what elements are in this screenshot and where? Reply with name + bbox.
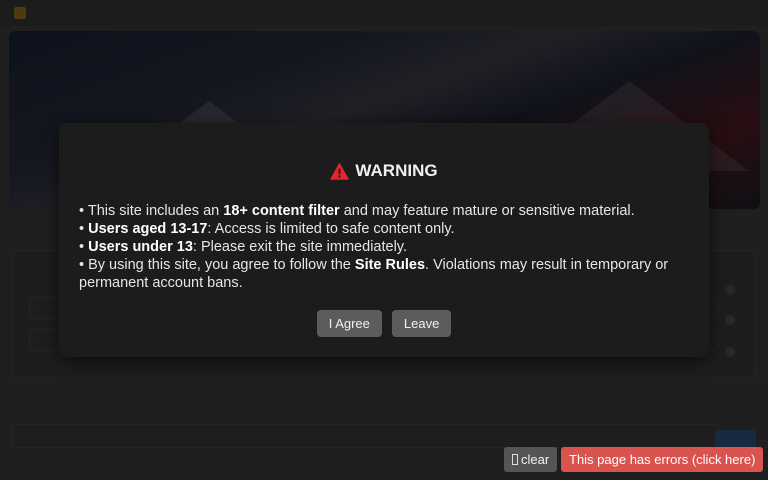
line-bold: Users aged 13-17	[88, 221, 208, 237]
line-text: : Please exit the site immediately.	[192, 239, 407, 255]
bullet: •	[79, 257, 89, 273]
warning-line-under-13: • Users under 13: Please exit the site i…	[79, 238, 689, 256]
clear-errors-button[interactable]: clear	[504, 447, 558, 472]
line-text: and may feature mature or sensitive mate…	[339, 203, 635, 219]
line-text: This site includes an	[87, 203, 224, 219]
bullet: •	[79, 221, 89, 237]
line-text: By using this site, you agree to follow …	[88, 257, 355, 273]
modal-title: WARNING	[59, 161, 709, 181]
clear-icon	[512, 454, 518, 465]
line-bold: Users under 13	[88, 239, 193, 255]
warning-line-content-filter: • This site includes an 18+ content filt…	[79, 202, 689, 220]
warning-line-site-rules: • By using this site, you agree to follo…	[79, 256, 689, 292]
line-text: : Access is limited to safe content only…	[207, 221, 455, 237]
bullet: •	[79, 239, 89, 255]
clear-errors-label: clear	[521, 452, 550, 467]
site-rules-label: Site Rules	[354, 257, 426, 273]
modal-actions: I Agree Leave	[59, 310, 709, 337]
age-warning-modal: WARNING • This site includes an 18+ cont…	[59, 123, 709, 357]
bullet: •	[79, 203, 88, 219]
line-bold: 18+ content filter	[223, 203, 340, 219]
modal-body: • This site includes an 18+ content filt…	[79, 202, 689, 292]
leave-button[interactable]: Leave	[391, 310, 452, 337]
page-errors-button[interactable]: This page has errors (click here)	[561, 447, 764, 472]
warning-triangle-icon	[330, 162, 350, 180]
warning-line-teen-users: • Users aged 13-17: Access is limited to…	[79, 220, 689, 238]
agree-button[interactable]: I Agree	[316, 310, 382, 337]
modal-title-text: WARNING	[355, 161, 438, 180]
